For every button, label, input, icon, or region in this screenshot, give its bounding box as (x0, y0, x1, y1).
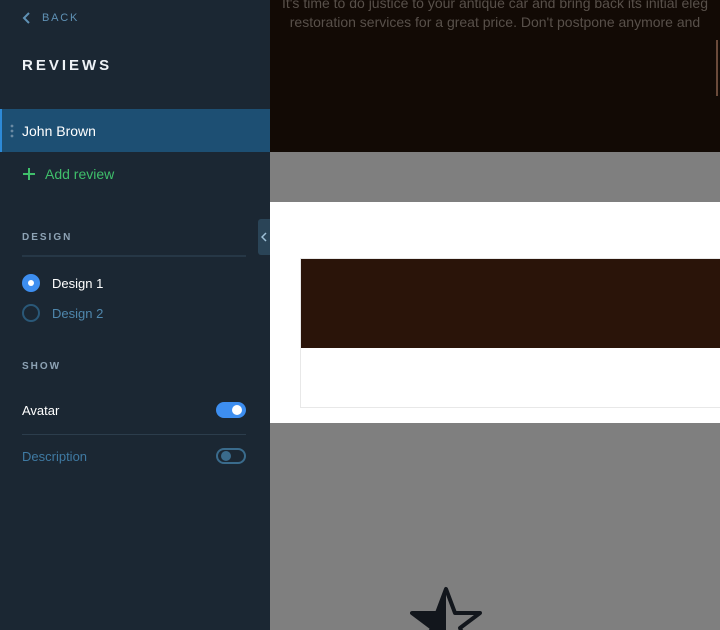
chevron-left-icon (22, 12, 30, 24)
panel-title: REVIEWS (22, 57, 113, 74)
avatar-toggle[interactable] (216, 402, 246, 418)
review-item-john-brown[interactable]: John Brown (0, 109, 270, 152)
reviews-sidebar: BACK REVIEWS John Brown Add review DESIG… (0, 0, 270, 630)
design-2-radio[interactable] (22, 304, 40, 322)
description-toggle[interactable] (216, 448, 246, 464)
hero-button-edge (716, 40, 718, 96)
design-1-radio[interactable] (22, 274, 40, 292)
drag-handle-icon[interactable] (2, 123, 22, 139)
design-divider (22, 255, 246, 257)
review-card-banner (301, 259, 720, 348)
design-2-label: Design 2 (52, 305, 104, 321)
back-label: BACK (42, 12, 80, 24)
hero-section: It's time to do justice to your antique … (270, 0, 720, 152)
add-review-button[interactable]: Add review (22, 166, 114, 182)
show-section-label: SHOW (22, 361, 62, 372)
show-divider (22, 434, 246, 435)
description-toggle-row: Description (22, 448, 246, 464)
design-1-label: Design 1 (52, 275, 104, 291)
review-name: John Brown (22, 122, 96, 139)
collapse-chevron-icon (261, 232, 267, 242)
star-icon (410, 587, 482, 630)
plus-icon (23, 168, 35, 180)
avatar-label: Avatar (22, 402, 60, 418)
review-section (270, 202, 720, 423)
design-section-label: DESIGN (22, 232, 73, 243)
avatar-toggle-row: Avatar (22, 402, 246, 418)
site-preview: It's time to do justice to your antique … (270, 0, 720, 630)
back-link[interactable]: BACK (22, 12, 79, 24)
hero-text-line-2: restoration services for a great price. … (289, 14, 701, 30)
description-label: Description (22, 448, 88, 464)
hero-text-line-1: It's time to do justice to your antique … (281, 0, 708, 11)
design-2-option[interactable]: Design 2 (22, 304, 103, 322)
review-card[interactable] (300, 258, 720, 408)
add-review-label: Add review (45, 166, 115, 182)
collapse-panel-button[interactable] (258, 219, 270, 255)
hero-text: It's time to do justice to your antique … (270, 0, 720, 32)
design-1-option[interactable]: Design 1 (22, 274, 103, 292)
